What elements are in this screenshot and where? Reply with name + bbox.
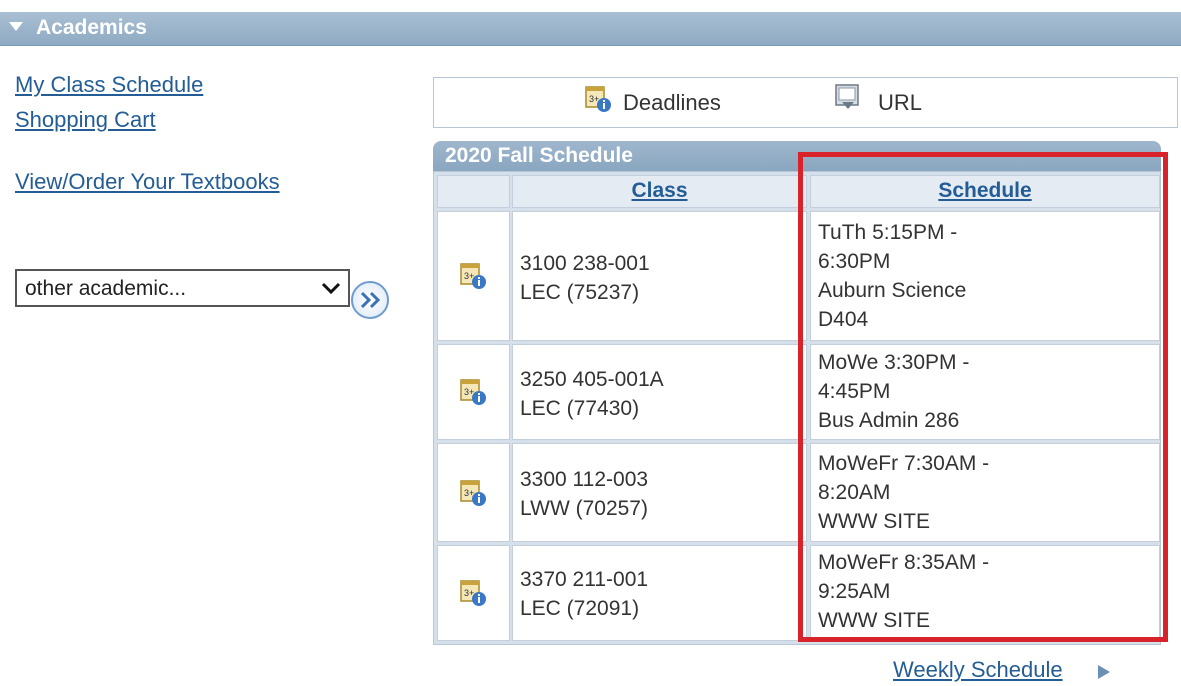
class-line: LEC (72091) xyxy=(520,597,640,620)
schedule-line: TuTh 5:15PM - xyxy=(818,221,958,244)
chevron-down-icon xyxy=(321,282,341,295)
schedule-line: MoWe 3:30PM - xyxy=(818,351,970,374)
table-row-icon-cell: 3+ xyxy=(437,344,510,440)
academics-header[interactable]: Academics xyxy=(0,12,1181,46)
schedule-line: 4:45PM xyxy=(818,380,891,403)
class-line: LEC (77430) xyxy=(520,397,640,420)
select-value: other academic... xyxy=(25,277,187,300)
class-detail-icon[interactable]: 3+ xyxy=(459,577,487,607)
toolbar: 3+ Deadlines URL xyxy=(433,77,1178,128)
schedule-line: WWW SITE xyxy=(818,609,930,632)
header-title: Academics xyxy=(36,16,147,39)
class-detail-icon[interactable]: 3+ xyxy=(459,376,487,406)
class-sort-link[interactable]: Class xyxy=(513,179,806,203)
schedule-line: 9:25AM xyxy=(818,580,891,603)
schedule-sort-link[interactable]: Schedule xyxy=(811,179,1159,203)
textbooks-link[interactable]: View/Order Your Textbooks xyxy=(15,169,280,195)
table-row-class-cell: 3370 211-001 LEC (72091) xyxy=(512,545,807,641)
class-line: 3300 112-003 xyxy=(520,468,649,491)
schedule-line: MoWeFr 8:35AM - xyxy=(818,551,990,574)
table-row-icon-cell: 3+ xyxy=(437,443,510,542)
deadlines-link[interactable]: Deadlines xyxy=(623,90,721,116)
my-class-schedule-link[interactable]: My Class Schedule xyxy=(15,72,203,98)
shopping-cart-link[interactable]: Shopping Cart xyxy=(15,107,156,133)
collapse-arrow-icon[interactable] xyxy=(9,22,23,31)
weekly-schedule-link[interactable]: Weekly Schedule xyxy=(893,657,1063,683)
url-icon[interactable] xyxy=(834,83,862,113)
schedule-line: WWW SITE xyxy=(818,510,930,533)
double-chevron-right-icon xyxy=(360,291,381,309)
table-row-icon-cell: 3+ xyxy=(437,211,510,341)
schedule-line: Auburn Science xyxy=(818,279,967,302)
table-row-class-cell: 3100 238-001 LEC (75237) xyxy=(512,211,807,341)
url-link[interactable]: URL xyxy=(878,90,922,116)
icon-column-header xyxy=(437,175,510,208)
schedule-column-header: Schedule xyxy=(810,175,1160,208)
class-detail-icon[interactable]: 3+ xyxy=(459,477,487,507)
class-line: 3100 238-001 xyxy=(520,252,650,275)
table-row-schedule-cell: TuTh 5:15PM - 6:30PM Auburn Science D404 xyxy=(810,211,1160,341)
schedule-line: 8:20AM xyxy=(818,481,891,504)
schedule-line: Bus Admin 286 xyxy=(818,409,960,432)
schedule-line: MoWeFr 7:30AM - xyxy=(818,452,990,475)
class-line: LEC (75237) xyxy=(520,281,640,304)
table-row-schedule-cell: MoWeFr 8:35AM - 9:25AM WWW SITE xyxy=(810,545,1160,641)
class-line: 3250 405-001A xyxy=(520,368,664,391)
class-column-header: Class xyxy=(512,175,807,208)
go-button[interactable] xyxy=(351,281,389,319)
triangle-right-icon[interactable] xyxy=(1098,665,1110,679)
table-row-class-cell: 3300 112-003 LWW (70257) xyxy=(512,443,807,542)
table-row-class-cell: 3250 405-001A LEC (77430) xyxy=(512,344,807,440)
schedule-line: 6:30PM xyxy=(818,250,891,273)
class-detail-icon[interactable]: 3+ xyxy=(459,260,487,290)
table-row-schedule-cell: MoWeFr 7:30AM - 8:20AM WWW SITE xyxy=(810,443,1160,542)
schedule-line: D404 xyxy=(818,308,869,331)
class-line: LWW (70257) xyxy=(520,497,648,520)
table-row-schedule-cell: MoWe 3:30PM - 4:45PM Bus Admin 286 xyxy=(810,344,1160,440)
schedule-title-bar: 2020 Fall Schedule xyxy=(433,141,1161,171)
other-academic-select[interactable]: other academic... xyxy=(15,269,350,307)
schedule-title: 2020 Fall Schedule xyxy=(445,144,633,167)
class-line: 3370 211-001 xyxy=(520,568,649,591)
table-row-icon-cell: 3+ xyxy=(437,545,510,641)
deadlines-icon[interactable]: 3+ xyxy=(584,83,612,113)
